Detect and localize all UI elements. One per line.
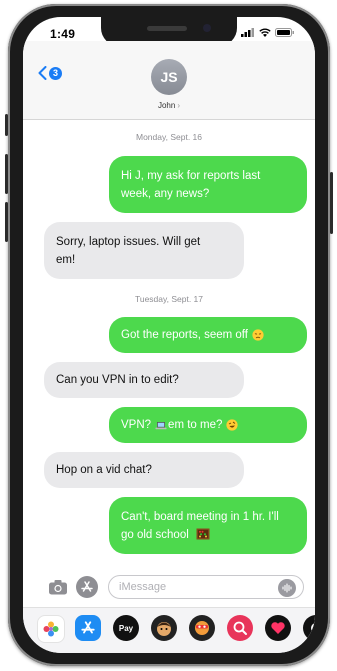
chevron-left-icon: [38, 66, 47, 80]
received-message[interactable]: Can you VPN in to edit?: [44, 362, 244, 398]
digital-touch-app-button[interactable]: [265, 615, 291, 641]
front-camera: [203, 24, 211, 32]
conversation-header: 3 JS John ›: [23, 41, 315, 120]
message-text: Can't, board meeting in 1 hr. I'll: [121, 510, 279, 523]
rofl-face-icon: [226, 419, 238, 431]
message-text: Got the reports, seem off: [121, 329, 248, 341]
contact-avatar[interactable]: JS: [151, 59, 187, 95]
memoji-icon: [157, 622, 171, 636]
abacus-icon: [196, 528, 210, 539]
sent-message[interactable]: Can't, board meeting in 1 hr. I'll go ol…: [109, 497, 307, 554]
message-text: em!: [56, 253, 76, 266]
disappointed-face-icon: [252, 329, 264, 341]
screen: 1:49 3 JS John › Monday, Sept. 16 Hi J, …: [23, 17, 315, 653]
sent-message[interactable]: Got the reports, seem off: [109, 317, 307, 353]
message-text: Hi J, my ask for reports last: [121, 169, 261, 182]
unread-count-badge: 3: [49, 66, 62, 80]
status-icons: [241, 28, 295, 37]
side-button: [5, 114, 8, 136]
apple-pay-button[interactable]: Pay: [113, 615, 139, 641]
app-store-icon: [81, 581, 93, 592]
app-store-icon: [81, 621, 95, 634]
sent-message[interactable]: VPN? em to me?: [109, 407, 307, 443]
composer-bar: [23, 573, 315, 603]
volume-down-button: [5, 202, 8, 242]
message-text: go old school: [121, 528, 189, 541]
music-app-button[interactable]: [303, 615, 315, 641]
heart-icon: [271, 622, 285, 634]
music-icon: [311, 623, 315, 633]
status-time: 1:49: [50, 27, 76, 41]
image-search-app-button[interactable]: [227, 615, 253, 641]
sent-message[interactable]: Hi J, my ask for reports last week, any …: [109, 156, 307, 213]
volume-up-button: [5, 154, 8, 194]
phone-frame: 1:49 3 JS John › Monday, Sept. 16 Hi J, …: [5, 4, 333, 666]
signal-icon: [241, 28, 254, 37]
imessage-input[interactable]: [108, 575, 304, 599]
app-store-button[interactable]: [76, 576, 98, 598]
battery-icon: [275, 28, 294, 37]
audio-message-button[interactable]: [278, 579, 296, 597]
animoji-app-button[interactable]: [189, 615, 215, 641]
search-images-icon: [233, 621, 247, 635]
date-divider: Monday, Sept. 16: [136, 132, 202, 142]
received-message[interactable]: Hop on a vid chat?: [44, 452, 244, 488]
message-text: Can you VPN in to edit?: [56, 374, 179, 386]
date-divider: Tuesday, Sept. 17: [134, 294, 204, 304]
message-text: Sorry, laptop issues. Will get: [56, 235, 201, 248]
apple-pay-label: Pay: [118, 623, 134, 633]
app-drawer: Pay: [23, 607, 315, 653]
message-text: VPN?: [121, 419, 152, 431]
message-text: Hop on a vid chat?: [56, 464, 152, 476]
speaker-grille: [147, 26, 187, 31]
app-store-app-button[interactable]: [75, 615, 101, 641]
chevron-right-icon: ›: [177, 101, 181, 110]
power-button: [330, 172, 333, 234]
wifi-icon: [259, 28, 271, 37]
message-text: week, any news?: [121, 187, 210, 200]
memoji-app-button[interactable]: [151, 615, 177, 641]
received-message[interactable]: Sorry, laptop issues. Will get em!: [44, 222, 244, 279]
photos-app-button[interactable]: [37, 615, 65, 643]
camera-icon[interactable]: [48, 579, 68, 595]
back-button[interactable]: 3: [38, 66, 62, 80]
audio-waveform-icon: [282, 583, 292, 593]
message-text: em to me?: [168, 419, 223, 431]
contact-name-label: John: [157, 101, 176, 110]
photos-icon: [43, 621, 59, 637]
animoji-icon: [195, 621, 209, 635]
laptop-icon: [155, 422, 167, 430]
contact-name[interactable]: John ›: [23, 101, 315, 110]
